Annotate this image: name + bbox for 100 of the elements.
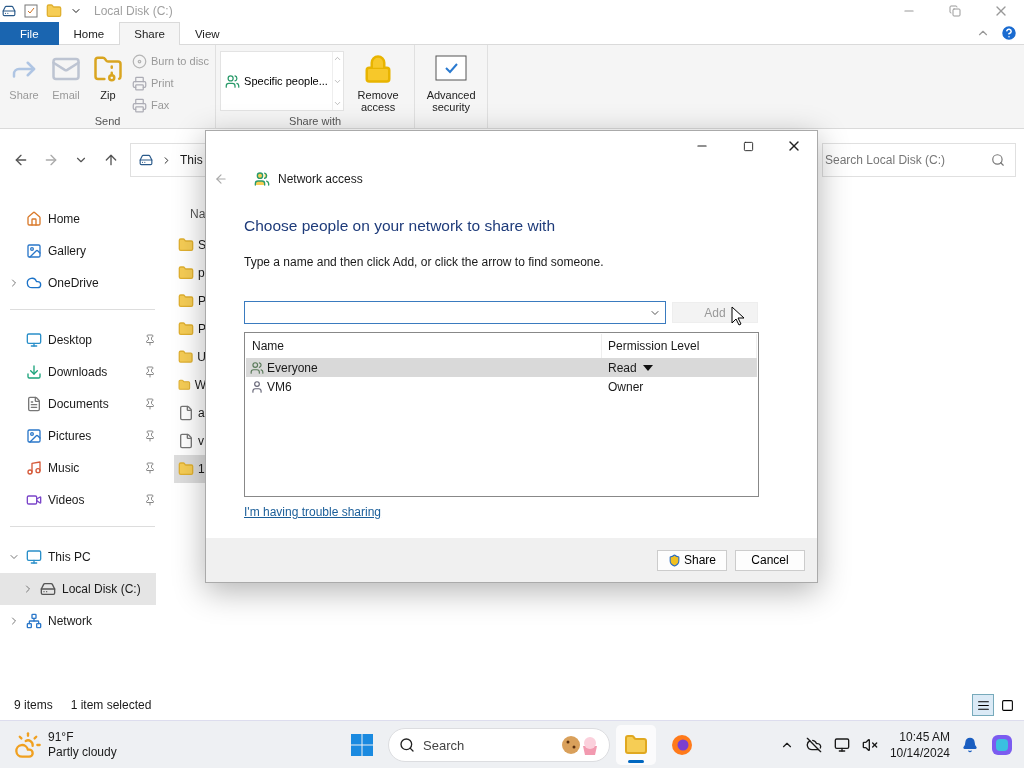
group-label: Send (93, 115, 122, 128)
mouse-cursor-icon (731, 306, 745, 326)
hard-drive-icon (40, 581, 56, 597)
lock-icon (363, 54, 394, 84)
caret-icon[interactable] (642, 364, 653, 371)
specific-people-option[interactable]: Specific people... (221, 52, 332, 110)
sidebar-item[interactable]: Documents (0, 388, 156, 420)
download-icon (26, 364, 42, 380)
file-row[interactable]: P (174, 287, 206, 315)
monitor-icon (26, 332, 42, 348)
people-icon (250, 360, 264, 375)
file-row[interactable]: U (174, 343, 206, 371)
file-row[interactable]: v (174, 427, 206, 455)
scroll-up-icon[interactable] (333, 54, 343, 63)
ribbon-tab[interactable]: Home (58, 22, 120, 45)
details-view-button[interactable] (972, 694, 994, 716)
people-icon (225, 73, 241, 89)
folder-icon[interactable] (46, 3, 62, 19)
cancel-button[interactable]: Cancel (735, 549, 805, 571)
image-icon (26, 243, 42, 259)
weather-condition: Partly cloudy (48, 744, 117, 760)
printer-icon (132, 97, 147, 113)
temperature: 91°F (48, 729, 75, 745)
dialog-heading: Choose people on your network to share with (244, 217, 557, 235)
sidebar-item[interactable]: Network (0, 605, 156, 637)
sidebar-item[interactable]: OneDrive (0, 267, 156, 299)
image-icon (26, 428, 42, 444)
file-row[interactable]: a (174, 399, 206, 427)
file-icon (178, 433, 194, 449)
item-count: 9 items (14, 698, 53, 712)
shield-icon (668, 553, 681, 567)
ribbon-tab[interactable]: Share (119, 22, 180, 45)
file-row[interactable]: 1 (174, 455, 206, 483)
group-label: Share with (288, 115, 343, 128)
restore-icon (949, 5, 961, 17)
search-field[interactable]: Search Local Disk (C:) (822, 143, 1016, 177)
people-row[interactable]: VM6 Owner (246, 377, 757, 396)
people-row[interactable]: Everyone Read (246, 358, 757, 377)
music-note-icon (26, 460, 42, 476)
expand-icon[interactable] (333, 99, 343, 108)
folder-icon (178, 321, 194, 337)
sidebar-item[interactable]: Gallery (0, 235, 156, 267)
help-icon[interactable] (1000, 24, 1018, 42)
instruction-text: Type a name and then click Add, or click the arrow to find someone. (244, 255, 605, 269)
name-combo-field[interactable] (244, 301, 666, 324)
file-icon (178, 405, 194, 421)
list-icon (976, 698, 990, 712)
search-icon (399, 737, 415, 753)
person-icon (250, 379, 264, 394)
disc-icon (132, 53, 147, 69)
ribbon-button[interactable]: Advanced security (419, 51, 484, 126)
document-icon (26, 396, 42, 412)
monitor-icon[interactable] (833, 736, 850, 753)
selection-count: 1 item selected (70, 698, 152, 712)
back-arrow-icon (13, 152, 29, 168)
sidebar-item[interactable]: Desktop (0, 324, 156, 356)
sidebar-item[interactable]: Downloads (0, 356, 156, 388)
checklist-icon[interactable] (24, 4, 38, 18)
folder-icon (178, 461, 194, 477)
breadcrumb[interactable]: This (180, 153, 203, 167)
cloud-off-icon[interactable] (805, 736, 822, 753)
folder-icon (178, 237, 194, 253)
zip-folder-icon (93, 54, 123, 84)
file-row[interactable]: S (174, 231, 206, 259)
ribbon-button[interactable]: Remove access (346, 51, 411, 115)
sidebar-item[interactable]: This PC (0, 541, 156, 573)
file-explorer-app[interactable] (616, 725, 656, 765)
forward-arrow-icon (43, 152, 59, 168)
folder-icon (178, 349, 194, 365)
folder-icon (178, 377, 191, 393)
window-title: Local Disk (C:) (94, 4, 173, 18)
folder-icon (624, 733, 648, 757)
maximize-icon (742, 140, 754, 152)
sidebar-item[interactable]: Music (0, 452, 156, 484)
drive-icon (2, 4, 16, 18)
clock[interactable]: 10:45 AM 10/14/2024 (889, 728, 950, 761)
file-row[interactable]: p (174, 259, 206, 287)
trouble-link[interactable]: I'm having trouble sharing (244, 505, 382, 519)
ribbon-tab[interactable]: View (179, 22, 235, 45)
back-icon[interactable] (214, 172, 228, 186)
sidebar-item[interactable]: Videos (0, 484, 156, 516)
copilot-icon[interactable] (990, 732, 1014, 757)
monitor-icon (26, 549, 42, 565)
muted-speaker-icon[interactable] (861, 736, 878, 753)
cloud-icon (26, 275, 42, 291)
ribbon-button[interactable]: Zip (88, 51, 128, 115)
weather-icon (14, 730, 42, 759)
drive-icon (139, 153, 153, 167)
ribbon-tab[interactable]: File (0, 22, 59, 45)
share-button[interactable]: Share (657, 549, 727, 571)
dialog-title: Network access (278, 172, 363, 186)
bell-icon[interactable] (962, 736, 978, 753)
video-icon (26, 492, 42, 508)
taskbar-search-field[interactable]: Search (388, 728, 610, 762)
file-row[interactable]: P (174, 315, 206, 343)
folder-icon (178, 265, 194, 281)
sidebar-item[interactable]: Home (0, 203, 156, 235)
browser-logo (671, 734, 693, 756)
sidebar-item[interactable]: Pictures (0, 420, 156, 452)
sidebar-item[interactable]: Local Disk (C:) (0, 573, 156, 605)
